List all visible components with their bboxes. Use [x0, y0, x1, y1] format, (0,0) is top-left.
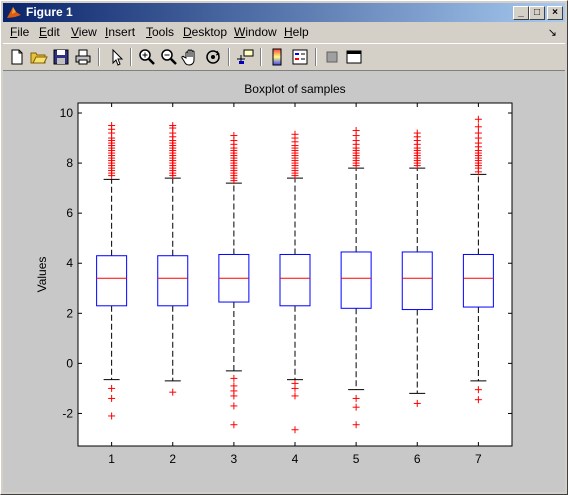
figure-window: Figure 1 _ □ × File Edit View Insert Too…	[0, 0, 568, 495]
y-tick-label: 8	[66, 156, 73, 170]
x-tick-label: 1	[108, 452, 115, 466]
chart-title: Boxplot of samples	[244, 82, 345, 96]
x-tick-label: 6	[414, 452, 421, 466]
y-tick-label: 6	[66, 206, 73, 220]
y-tick-label: 10	[60, 106, 74, 120]
y-tick-label: -2	[62, 406, 73, 420]
y-axis-label: Values	[35, 257, 49, 293]
x-tick-label: 4	[292, 452, 299, 466]
x-tick-label: 2	[169, 452, 176, 466]
x-tick-label: 7	[475, 452, 482, 466]
x-tick-label: 3	[231, 452, 238, 466]
y-tick-label: 0	[66, 356, 73, 370]
x-tick-label: 5	[353, 452, 360, 466]
boxplot-chart: Boxplot of samples Values -202468101 2 3 4 5…	[35, 82, 513, 466]
y-tick-label: 2	[66, 306, 73, 320]
y-tick-label: 4	[66, 256, 73, 270]
